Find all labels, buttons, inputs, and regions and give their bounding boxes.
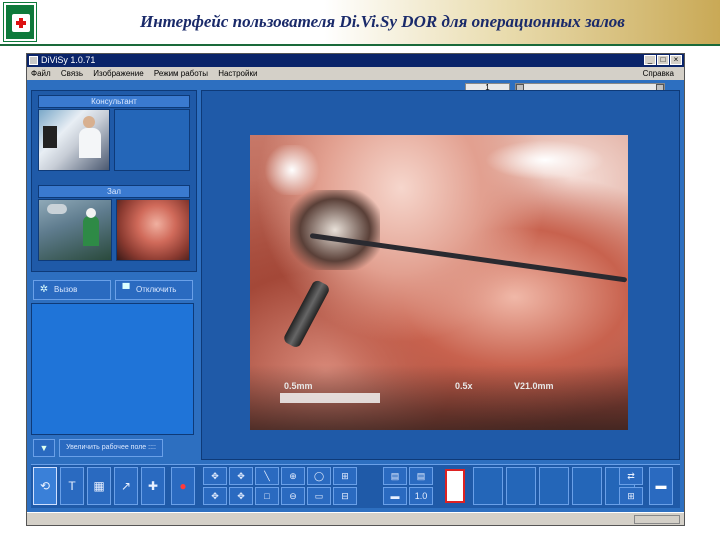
status-bar xyxy=(27,512,684,525)
call-button[interactable]: ✲ Вызов xyxy=(33,280,111,300)
move-up-right-icon[interactable]: ✥ xyxy=(229,467,253,485)
line-width-icon[interactable]: ▬ xyxy=(383,487,407,505)
fit-tool-icon[interactable]: ⊟ xyxy=(333,487,357,505)
room-label: Зал xyxy=(38,185,190,198)
slide-header: Интерфейс пользователя Di.Vi.Sy DOR для … xyxy=(0,0,720,46)
disconnect-button-label: Отключить xyxy=(136,285,177,294)
call-button-row: ✲ Вызов ▀ Отключить xyxy=(33,280,193,300)
empty-slot[interactable] xyxy=(473,467,503,505)
close-button[interactable]: × xyxy=(670,55,682,65)
call-button-label: Вызов xyxy=(54,285,78,294)
move-up-left-icon[interactable]: ✥ xyxy=(203,467,227,485)
move-down-right-icon[interactable]: ✥ xyxy=(229,487,253,505)
menu-help[interactable]: Справка xyxy=(639,67,678,80)
video-area: 0.5mm 0.5x V21.0mm xyxy=(201,90,680,460)
maximize-button[interactable]: □ xyxy=(657,55,669,65)
status-segment xyxy=(634,515,680,524)
grid-tool-icon[interactable]: ⊞ xyxy=(333,467,357,485)
zoom-in-icon[interactable]: ⊕ xyxy=(281,467,305,485)
record-icon[interactable]: ● xyxy=(171,467,195,505)
minimize-button[interactable]: _ xyxy=(644,55,656,65)
menu-file[interactable]: Файл xyxy=(27,67,55,80)
consultant-video-thumbnail[interactable] xyxy=(38,109,110,171)
enlarge-workspace-button[interactable]: Увеличить рабочее поле :::: xyxy=(59,439,163,457)
current-color-swatch[interactable] xyxy=(445,469,465,503)
microscope-thumbnail[interactable] xyxy=(116,199,190,261)
snapshot-icon[interactable]: ⊞ xyxy=(619,487,643,505)
slide: Интерфейс пользователя Di.Vi.Sy DOR для … xyxy=(0,0,720,540)
main-tools: ⟲ T ▦ ↗ ✚ xyxy=(33,467,165,507)
empty-slot[interactable] xyxy=(572,467,602,505)
move-down-left-icon[interactable]: ✥ xyxy=(203,487,227,505)
left-bottom-controls: ▼ Увеличить рабочее поле :::: xyxy=(33,439,163,457)
disconnect-button[interactable]: ▀ Отключить xyxy=(115,280,193,300)
surgical-instrument xyxy=(282,278,331,350)
empty-slot[interactable] xyxy=(506,467,536,505)
menu-settings[interactable]: Настройки xyxy=(214,67,261,80)
circle-tool-icon[interactable]: ◯ xyxy=(307,467,331,485)
menu-mode[interactable]: Режим работы xyxy=(150,67,212,80)
chat-panel[interactable] xyxy=(31,303,194,435)
bottom-toolbar: ⟲ T ▦ ↗ ✚ ● ✥ ✥ ╲ ⊕ ◯ ⊞ ✥ ✥ □ ⊖ ▭ ⊟ ▤ ▤ … xyxy=(31,464,680,508)
empty-consultant-slot[interactable] xyxy=(114,109,190,171)
layout-tool-icon[interactable]: ▦ xyxy=(87,467,111,505)
menu-connection[interactable]: Связь xyxy=(57,67,87,80)
pointer-tool-icon[interactable]: ↗ xyxy=(114,467,138,505)
slide-title: Интерфейс пользователя Di.Vi.Sy DOR для … xyxy=(140,12,625,31)
menubar: Файл Связь Изображение Режим работы Наст… xyxy=(27,67,684,80)
rotate-tool-icon[interactable]: ⟲ xyxy=(33,467,57,505)
participants-panel: Консультант Зал xyxy=(31,90,197,272)
menu-image[interactable]: Изображение xyxy=(89,67,147,80)
crosshair-tool-icon[interactable]: ✚ xyxy=(141,467,165,505)
window-title: DiViSy 1.0.71 xyxy=(41,55,96,65)
window-titlebar: DiViSy 1.0.71 _ □ × xyxy=(27,54,684,67)
rectangle-tool-icon[interactable]: □ xyxy=(255,487,279,505)
operating-room-thumbnail[interactable] xyxy=(38,199,112,261)
scale-bar xyxy=(280,393,380,403)
line-tool-icon[interactable]: ╲ xyxy=(255,467,279,485)
zoom-overlay-text: 0.5x xyxy=(455,381,473,391)
zoom-out-icon[interactable]: ⊖ xyxy=(281,487,305,505)
window-controls: _ □ × xyxy=(644,55,682,65)
color-tool-grid: ▤ ▤ ▬ 1.0 xyxy=(383,467,433,505)
distance-overlay-text: V21.0mm xyxy=(514,381,554,391)
app-window: DiViSy 1.0.71 _ □ × Файл Связь Изображен… xyxy=(26,53,685,526)
empty-slot[interactable] xyxy=(539,467,569,505)
call-icon: ✲ xyxy=(39,284,49,295)
app-icon xyxy=(29,56,38,65)
right-tool-group: ⇄ ⊞ xyxy=(619,467,643,505)
line-width-value[interactable]: 1.0 xyxy=(409,487,433,505)
navigation-tool-grid: ✥ ✥ ╲ ⊕ ◯ ⊞ ✥ ✥ □ ⊖ ▭ ⊟ xyxy=(203,467,357,505)
empty-tool-slots xyxy=(473,467,635,505)
color-fill-icon[interactable]: ▤ xyxy=(409,467,433,485)
swap-icon[interactable]: ⇄ xyxy=(619,467,643,485)
frame-tool-icon[interactable]: ▭ xyxy=(307,487,331,505)
disconnect-icon: ▀ xyxy=(122,284,130,295)
medical-cross-logo-icon xyxy=(3,2,37,42)
surgical-video-feed[interactable]: 0.5mm 0.5x V21.0mm xyxy=(250,135,628,430)
consultant-label: Консультант xyxy=(38,95,190,108)
flag-icon[interactable]: ▬ xyxy=(649,467,673,505)
text-tool-icon[interactable]: T xyxy=(60,467,84,505)
palette-icon[interactable]: ▤ xyxy=(383,467,407,485)
scale-overlay-text: 0.5mm xyxy=(284,381,313,391)
chevron-down-icon[interactable]: ▼ xyxy=(33,439,55,457)
